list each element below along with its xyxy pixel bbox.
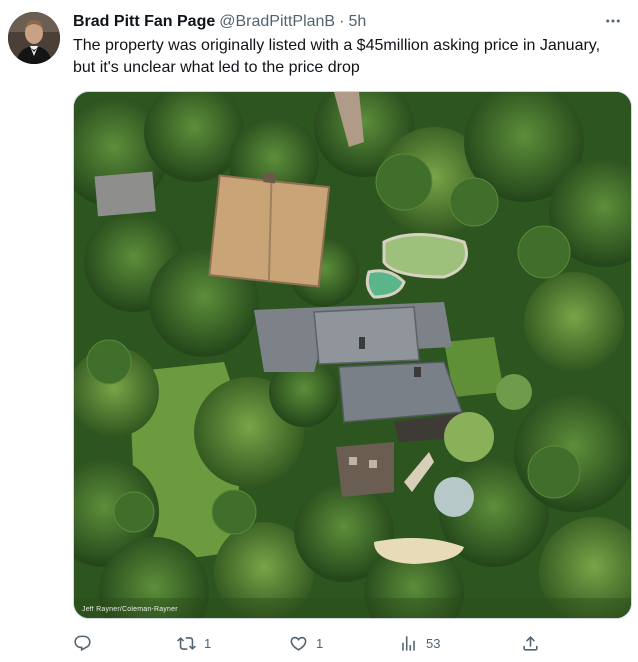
like-count: 1	[316, 635, 324, 651]
share-icon	[523, 635, 538, 651]
retweet-button[interactable]: 1	[177, 628, 211, 658]
tweet-text: The property was originally listed with …	[73, 37, 601, 76]
display-name[interactable]: Brad Pitt Fan Page	[73, 13, 215, 31]
tweet-actions: 1 1 53	[73, 628, 553, 658]
views-count: 53	[426, 635, 441, 651]
reply-icon	[74, 635, 91, 651]
tweet-media[interactable]: Jeff Rayner/Coleman-Rayner	[73, 91, 632, 619]
reply-button[interactable]	[73, 628, 100, 658]
views-button[interactable]: 53	[399, 628, 440, 658]
timestamp[interactable]: 5h	[348, 13, 366, 31]
avatar[interactable]	[8, 12, 60, 64]
more-options-button[interactable]	[600, 8, 626, 34]
avatar-photo	[8, 12, 60, 64]
retweet-count: 1	[204, 635, 212, 651]
retweet-icon	[177, 636, 196, 650]
aerial-photo	[74, 92, 631, 618]
share-button[interactable]	[521, 628, 540, 658]
like-button[interactable]: 1	[289, 628, 323, 658]
views-icon	[402, 635, 415, 651]
photo-credit: Jeff Rayner/Coleman-Rayner	[82, 606, 178, 613]
heart-icon	[290, 636, 307, 651]
separator-dot: ·	[339, 13, 345, 30]
user-handle[interactable]: @BradPittPlanB	[219, 13, 335, 31]
tweet[interactable]: Brad Pitt Fan Page @BradPittPlanB · 5h T…	[0, 0, 638, 662]
tweet-header: Brad Pitt Fan Page @BradPittPlanB · 5h	[73, 11, 598, 33]
ellipsis-icon	[606, 19, 620, 23]
